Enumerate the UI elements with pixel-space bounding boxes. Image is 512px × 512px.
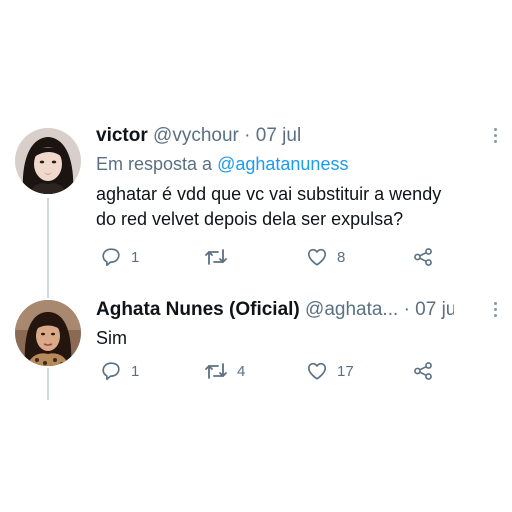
- user-handle[interactable]: @aghata...: [305, 298, 398, 322]
- separator-dot: ·: [244, 125, 251, 146]
- share-icon: [414, 362, 432, 380]
- tweet-date[interactable]: 07 jul: [256, 125, 301, 146]
- like-count: 17: [337, 362, 354, 380]
- reply-context: Em resposta a @aghatanuness: [96, 152, 348, 176]
- user-handle[interactable]: @vychour: [153, 125, 239, 146]
- retweet-button[interactable]: 4: [204, 360, 245, 382]
- reply-count: 1: [131, 362, 140, 380]
- share-icon: [414, 248, 432, 266]
- thread-connector-line: [47, 198, 49, 298]
- share-button[interactable]: [412, 360, 434, 382]
- avatar-aghata[interactable]: [15, 300, 81, 366]
- retweet-icon: [205, 249, 227, 265]
- avatar-victor[interactable]: [15, 128, 81, 194]
- separator-dot: ·: [403, 299, 410, 320]
- retweet-icon: [205, 363, 227, 379]
- tweet-body: Sim: [96, 326, 482, 351]
- heart-icon: [307, 362, 327, 380]
- reply-button[interactable]: 1: [100, 246, 139, 268]
- tweet-date[interactable]: 07 jul: [415, 299, 454, 320]
- reply-count: 1: [131, 248, 140, 266]
- retweet-count: 4: [237, 362, 246, 380]
- like-button[interactable]: 17: [306, 360, 354, 382]
- like-count: 8: [337, 248, 346, 266]
- reply-bubble-icon: [102, 248, 120, 267]
- display-name[interactable]: Aghata Nunes (Oficial): [96, 299, 300, 320]
- tweet-text-line: do red velvet depois dela ser expulsa?: [96, 209, 404, 229]
- tweet-text-line: aghatar é vdd que vc vai substituir a we…: [96, 184, 442, 204]
- tweet-header: Aghata Nunes (Oficial) @aghata... · 07 j…: [96, 298, 454, 322]
- tweet-text-line: Sim: [96, 328, 127, 348]
- reply-mention-link[interactable]: @aghatanuness: [217, 154, 348, 174]
- display-name[interactable]: victor: [96, 125, 148, 146]
- like-button[interactable]: 8: [306, 246, 345, 268]
- thread-connector-line-bottom: [47, 368, 49, 400]
- retweet-button[interactable]: [204, 246, 237, 268]
- reply-button[interactable]: 1: [100, 360, 139, 382]
- avatar-photo-victor: [15, 128, 81, 194]
- avatar-photo-aghata: [15, 300, 81, 366]
- share-button[interactable]: [412, 246, 434, 268]
- reply-bubble-icon: [102, 362, 120, 381]
- heart-icon: [307, 248, 327, 266]
- tweet-body: aghatar é vdd que vc vai substituir a we…: [96, 182, 482, 232]
- tweet-header: victor @vychour · 07 jul: [96, 124, 454, 148]
- tweet-thread: victor @vychour · 07 jul Em resposta a @…: [0, 0, 512, 512]
- reply-prefix: Em resposta a: [96, 154, 213, 174]
- more-vertical-icon[interactable]: [492, 128, 498, 143]
- more-vertical-icon[interactable]: [492, 302, 498, 317]
